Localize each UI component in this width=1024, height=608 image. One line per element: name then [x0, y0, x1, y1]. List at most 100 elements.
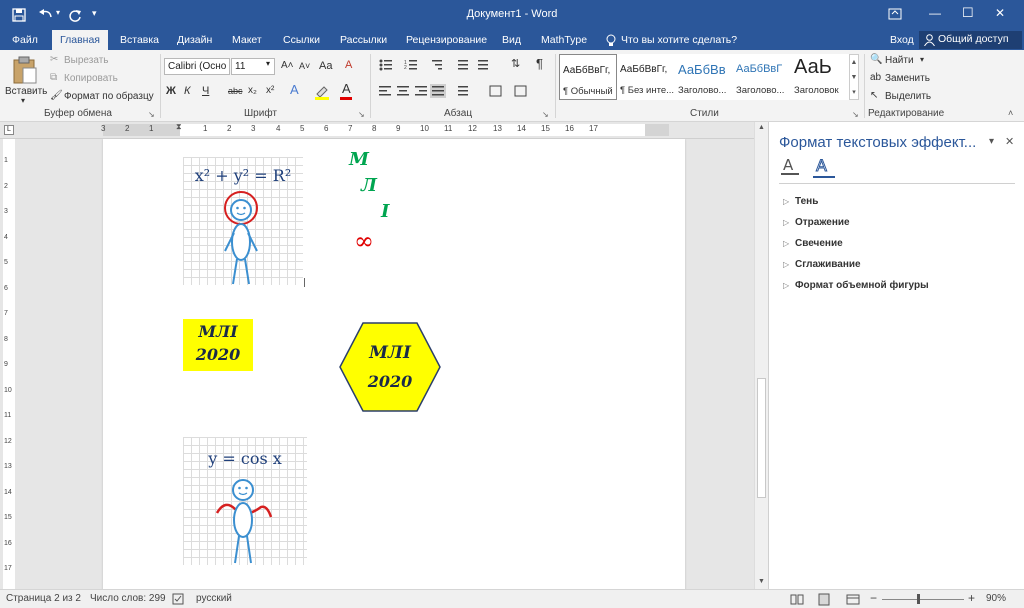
letter-m[interactable]: М: [349, 149, 369, 170]
pane-item-reflection[interactable]: ▷ Отражение: [783, 217, 850, 228]
style-heading-1[interactable]: АаБбВв Заголово...: [675, 54, 733, 100]
highlight-icon[interactable]: [314, 84, 330, 100]
replace-button[interactable]: Заменить: [885, 73, 930, 84]
restore-button[interactable]: ☐: [962, 5, 974, 21]
tab-references[interactable]: Ссылки: [283, 30, 320, 50]
font-launcher-icon[interactable]: ↘: [358, 110, 365, 119]
horizontal-ruler[interactable]: L 3 2 1 1 2 3 4 5 6 7 8 9 10 11 12 13 14 15 16 17 ⧗: [0, 122, 768, 139]
hexagon-shape[interactable]: [337, 321, 443, 413]
clipboard-launcher-icon[interactable]: ↘: [148, 110, 155, 119]
undo-icon[interactable]: [38, 8, 54, 22]
ribbon-display-icon[interactable]: [888, 8, 902, 20]
save-icon[interactable]: [12, 8, 26, 22]
zoom-out-button[interactable]: −: [870, 591, 877, 605]
find-button[interactable]: Найти: [885, 55, 914, 66]
replace-icon[interactable]: ab: [870, 72, 881, 83]
style-title[interactable]: АаЬ Заголовок: [791, 54, 849, 100]
find-dropdown-icon[interactable]: ▾: [920, 55, 924, 64]
tell-me-input[interactable]: Что вы хотите сделать?: [621, 30, 737, 50]
tab-mathtype[interactable]: MathType: [541, 30, 587, 50]
web-layout-icon[interactable]: [846, 594, 860, 605]
zoom-slider-thumb[interactable]: [917, 594, 920, 604]
vertical-ruler[interactable]: 1 2 3 4 5 6 7 8 9 10 11 12 13 14 15 16 17: [0, 139, 17, 589]
pane-item-shadow[interactable]: ▷ Тень: [783, 196, 818, 207]
letter-l[interactable]: Л: [361, 175, 377, 196]
style-no-spacing[interactable]: АаБбВвГг, ¶ Без инте...: [617, 54, 675, 100]
tab-review[interactable]: Рецензирование: [406, 30, 487, 50]
pane-item-3d-format[interactable]: ▷ Формат объемной фигуры: [783, 280, 929, 291]
proofing-icon[interactable]: [172, 593, 184, 605]
grow-font-button[interactable]: A˄: [281, 59, 294, 73]
pane-close-icon[interactable]: ✕: [1005, 135, 1014, 148]
scroll-down-icon[interactable]: ▼: [758, 578, 765, 585]
language[interactable]: русский: [196, 593, 232, 604]
copy-button[interactable]: Копировать: [64, 73, 118, 84]
text-effects-icon[interactable]: A: [290, 83, 299, 97]
word-count[interactable]: Число слов: 299: [90, 593, 166, 604]
scroll-up-icon[interactable]: ▲: [758, 124, 765, 131]
close-button[interactable]: ✕: [995, 6, 1005, 20]
italic-button[interactable]: К: [184, 84, 190, 98]
tab-home[interactable]: Главная: [52, 30, 108, 50]
customize-qat-icon[interactable]: ▾: [92, 8, 97, 19]
vertical-scrollbar[interactable]: ▲ ▼: [754, 122, 768, 589]
scroll-thumb[interactable]: [757, 378, 766, 498]
text-fill-outline-icon[interactable]: A: [781, 156, 799, 178]
superscript-button[interactable]: x²: [266, 84, 274, 98]
tab-mailings[interactable]: Рассылки: [340, 30, 387, 50]
undo-dropdown-icon[interactable]: ▾: [56, 8, 60, 17]
bold-button[interactable]: Ж: [166, 84, 176, 98]
document-page[interactable]: x² + y² = R² М Л I ∞ МЛI 2020 МЛI 2020 y…: [103, 139, 685, 589]
underline-button[interactable]: Ч: [202, 84, 209, 98]
change-case-button[interactable]: Aa: [319, 59, 332, 73]
clear-formatting-button[interactable]: A: [345, 58, 352, 72]
collapse-ribbon-icon[interactable]: ˄: [1008, 108, 1013, 118]
cut-icon[interactable]: ✂: [50, 54, 58, 65]
figure-circle-image[interactable]: x² + y² = R²: [183, 157, 303, 285]
tab-selector-icon[interactable]: L: [4, 125, 14, 135]
format-painter-icon[interactable]: 🖌: [50, 90, 63, 101]
indent-marker-icon[interactable]: ⧗: [176, 122, 182, 132]
tab-view[interactable]: Вид: [502, 30, 521, 50]
font-size-dropdown-icon[interactable]: ▾: [266, 59, 270, 68]
page-count[interactable]: Страница 2 из 2: [6, 593, 81, 604]
strikethrough-button[interactable]: abc: [228, 84, 243, 98]
select-icon[interactable]: ↖: [870, 90, 878, 101]
paragraph-launcher-icon[interactable]: ↘: [542, 110, 549, 119]
cut-button[interactable]: Вырезать: [64, 55, 108, 66]
select-button[interactable]: Выделить: [885, 91, 931, 102]
style-normal[interactable]: АаБбВвГг, ¶ Обычный: [559, 54, 617, 100]
zoom-slider[interactable]: [882, 599, 964, 600]
sort-icon[interactable]: ⇅: [511, 57, 520, 71]
shrink-font-button[interactable]: A˅: [299, 59, 310, 73]
pane-options-icon[interactable]: ▾: [989, 136, 994, 147]
print-layout-icon[interactable]: [818, 593, 830, 606]
figure-cos-image[interactable]: y = cos x: [183, 437, 307, 565]
redo-icon[interactable]: [68, 8, 82, 22]
infinity-symbol[interactable]: ∞: [354, 229, 374, 253]
tab-insert[interactable]: Вставка: [120, 30, 159, 50]
share-button[interactable]: Общий доступ: [919, 31, 1022, 49]
subscript-button[interactable]: x₂: [248, 84, 257, 98]
read-mode-icon[interactable]: [790, 594, 804, 605]
alignment-buttons[interactable]: [378, 84, 554, 98]
copy-icon[interactable]: ⧉: [50, 72, 57, 83]
zoom-in-button[interactable]: +: [968, 591, 975, 605]
document-area[interactable]: x² + y² = R² М Л I ∞ МЛI 2020 МЛI 2020 y…: [17, 139, 754, 589]
letter-i[interactable]: I: [381, 201, 389, 222]
show-marks-button[interactable]: ¶: [536, 57, 543, 71]
tab-design[interactable]: Дизайн: [177, 30, 212, 50]
pane-item-soft-edges[interactable]: ▷ Сглаживание: [783, 259, 861, 270]
styles-scroll[interactable]: ▲ ▼ ▾: [849, 54, 859, 100]
styles-launcher-icon[interactable]: ↘: [852, 110, 859, 119]
yellow-text-box[interactable]: МЛI 2020: [183, 319, 253, 371]
paste-button[interactable]: Вставить ▾: [4, 54, 47, 105]
tab-file[interactable]: Файл: [12, 30, 38, 50]
zoom-level[interactable]: 90%: [986, 593, 1006, 604]
style-heading-2[interactable]: АаБбВвГ Заголово...: [733, 54, 791, 100]
pane-item-glow[interactable]: ▷ Свечение: [783, 238, 843, 249]
font-color-icon[interactable]: A: [342, 82, 351, 96]
text-effects-icon[interactable]: A: [813, 156, 835, 180]
minimize-button[interactable]: —: [929, 6, 941, 20]
list-buttons[interactable]: 12: [378, 58, 528, 72]
